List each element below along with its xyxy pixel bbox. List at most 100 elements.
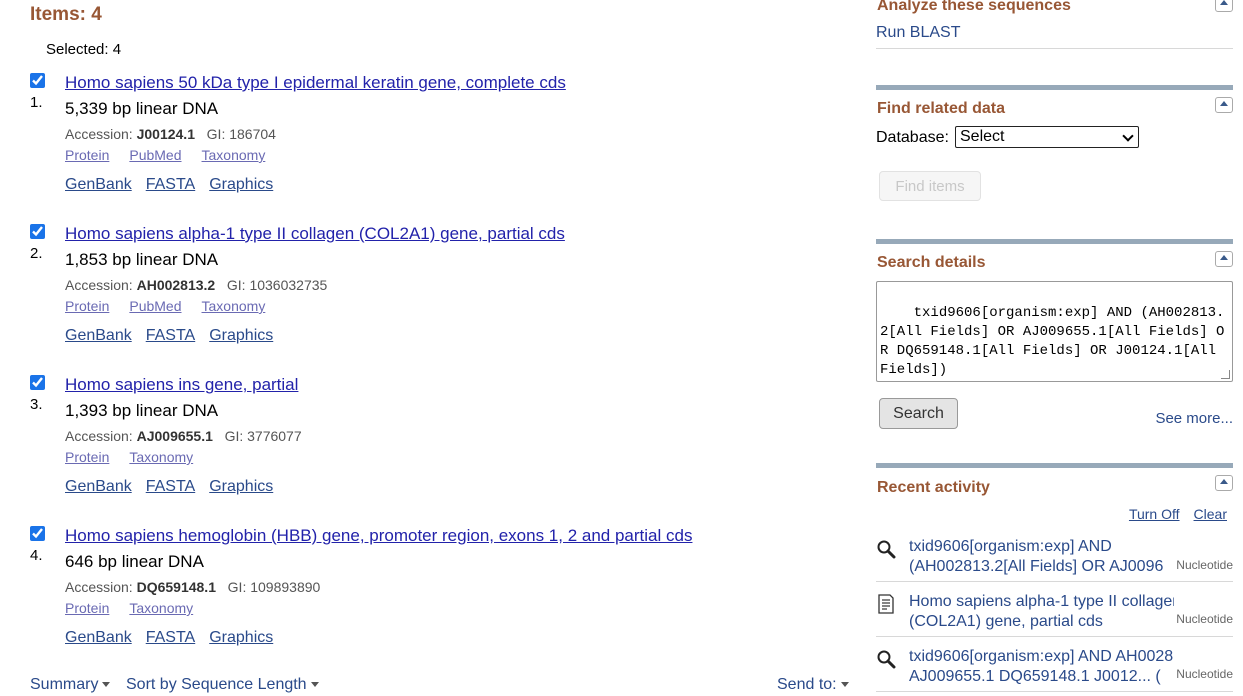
result-checkbox[interactable] [30,375,45,390]
protein-link[interactable]: Protein [65,600,109,616]
result-checkbox[interactable] [30,526,45,541]
search-query-textarea[interactable]: txid9606[organism:exp] AND (AH002813.2[A… [876,281,1233,382]
result-item: 3. Homo sapiens ins gene, partial 1,393 … [30,375,830,515]
graphics-link[interactable]: Graphics [209,478,273,495]
gi-label: GI: [227,579,247,595]
format-links: GenBank FASTA Graphics [65,327,287,345]
recent-line-2: AJ009655.1 DQ659148.1 J0012... ( [909,668,1161,685]
recent-activity-text: txid9606[organism:exp] AND (AH002813.2[A… [909,537,1174,577]
chevron-down-icon [1122,130,1134,142]
accession-value: DQ659148.1 [136,579,216,595]
result-item: 1. Homo sapiens 50 kDa type I epidermal … [30,73,830,213]
see-more-link[interactable]: See more... [1155,410,1233,427]
protein-link[interactable]: Protein [65,298,109,314]
pubmed-link[interactable]: PubMed [129,147,181,163]
pubmed-link[interactable]: PubMed [129,298,181,314]
related-links: Protein Taxonomy [65,600,213,616]
summary-label: Summary [30,676,99,693]
divider [876,636,1233,637]
section-bar [876,85,1233,90]
recent-database-label: Nucleotide [1174,612,1233,626]
format-links: GenBank FASTA Graphics [65,629,287,647]
summary-format-dropdown[interactable]: Summary [30,676,111,694]
gi-value: 3776077 [247,428,302,444]
gi-label: GI: [226,277,246,293]
result-title-link[interactable]: Homo sapiens ins gene, partial [65,375,298,395]
gi-value: 109893890 [250,579,321,595]
fasta-link[interactable]: FASTA [146,327,196,344]
related-links: Protein Taxonomy [65,449,213,465]
selected-count: Selected: 4 [46,41,122,58]
magnifier-icon [877,540,896,559]
result-number: 4. [30,547,43,564]
run-blast-link[interactable]: Run BLAST [876,24,960,42]
accession-value: J00124.1 [136,126,195,142]
collapse-toggle-icon[interactable] [1215,251,1233,267]
divider [876,691,1233,692]
recent-line-1: Homo sapiens alpha-1 type II collagen [909,593,1174,610]
result-title-link[interactable]: Homo sapiens alpha-1 type II collagen (C… [65,224,565,244]
graphics-link[interactable]: Graphics [209,176,273,193]
section-bar [876,239,1233,244]
protein-link[interactable]: Protein [65,449,109,465]
genbank-link[interactable]: GenBank [65,327,132,344]
genbank-link[interactable]: GenBank [65,478,132,495]
collapse-toggle-icon[interactable] [1215,475,1233,491]
result-item: 4. Homo sapiens hemoglobin (HBB) gene, p… [30,526,830,666]
recent-line-1: txid9606[organism:exp] AND AH002813.2 [909,648,1174,665]
document-icon [878,594,894,614]
database-select[interactable]: Select [955,126,1139,148]
accession-label: Accession: [65,428,133,444]
recent-line-1: txid9606[organism:exp] AND [909,538,1112,555]
gi-label: GI: [206,126,226,142]
accession-info: Accession: AJ009655.1 GI: 3776077 [65,428,302,444]
recent-line-2: (AH002813.2[All Fields] OR AJ0096 [909,558,1164,575]
collapse-toggle-icon[interactable] [1215,97,1233,113]
accession-value: AH002813.2 [136,277,216,293]
recent-database-label: Nucleotide [1174,667,1233,681]
graphics-link[interactable]: Graphics [209,629,273,646]
taxonomy-link[interactable]: Taxonomy [202,147,266,163]
search-details-title: Search details [877,254,986,271]
collapse-toggle-icon[interactable] [1215,0,1233,12]
protein-link[interactable]: Protein [65,147,109,163]
genbank-link[interactable]: GenBank [65,629,132,646]
clear-link[interactable]: Clear [1194,506,1227,522]
chevron-down-icon [102,682,111,688]
fasta-link[interactable]: FASTA [146,478,196,495]
turn-off-link[interactable]: Turn Off [1129,506,1180,522]
magnifier-icon [877,650,896,669]
resize-handle-icon[interactable] [1221,370,1230,379]
search-button[interactable]: Search [879,398,958,429]
result-checkbox[interactable] [30,224,45,239]
send-to-dropdown[interactable]: Send to: [777,676,849,694]
recent-line-2: (COL2A1) gene, partial cds [909,613,1103,630]
sort-label: Sort by Sequence Length [126,676,307,693]
fasta-link[interactable]: FASTA [146,176,196,193]
taxonomy-link[interactable]: Taxonomy [202,298,266,314]
fasta-link[interactable]: FASTA [146,629,196,646]
result-title-link[interactable]: Homo sapiens hemoglobin (HBB) gene, prom… [65,526,692,546]
accession-label: Accession: [65,579,133,595]
genbank-link[interactable]: GenBank [65,176,132,193]
result-checkbox[interactable] [30,73,45,88]
sort-dropdown[interactable]: Sort by Sequence Length [126,676,319,694]
taxonomy-link[interactable]: Taxonomy [129,600,193,616]
graphics-link[interactable]: Graphics [209,327,273,344]
accession-label: Accession: [65,277,133,293]
analyze-section-title: Analyze these sequences [877,0,1071,14]
related-links: Protein PubMed Taxonomy [65,298,285,314]
result-description: 5,339 bp linear DNA [65,99,219,118]
format-links: GenBank FASTA Graphics [65,478,287,496]
taxonomy-link[interactable]: Taxonomy [129,449,193,465]
result-number: 1. [30,94,43,111]
gi-value: 1036032735 [249,277,328,293]
database-select-value: Select [960,128,1005,145]
section-bar [876,463,1233,468]
result-number: 3. [30,396,43,413]
recent-activity-text: Homo sapiens alpha-1 type II collagen (C… [909,592,1174,632]
recent-activity-text: txid9606[organism:exp] AND AH002813.2 AJ… [909,647,1174,687]
find-related-title: Find related data [877,100,1006,117]
result-title-link[interactable]: Homo sapiens 50 kDa type I epidermal ker… [65,73,566,93]
find-items-button[interactable]: Find items [879,171,981,201]
